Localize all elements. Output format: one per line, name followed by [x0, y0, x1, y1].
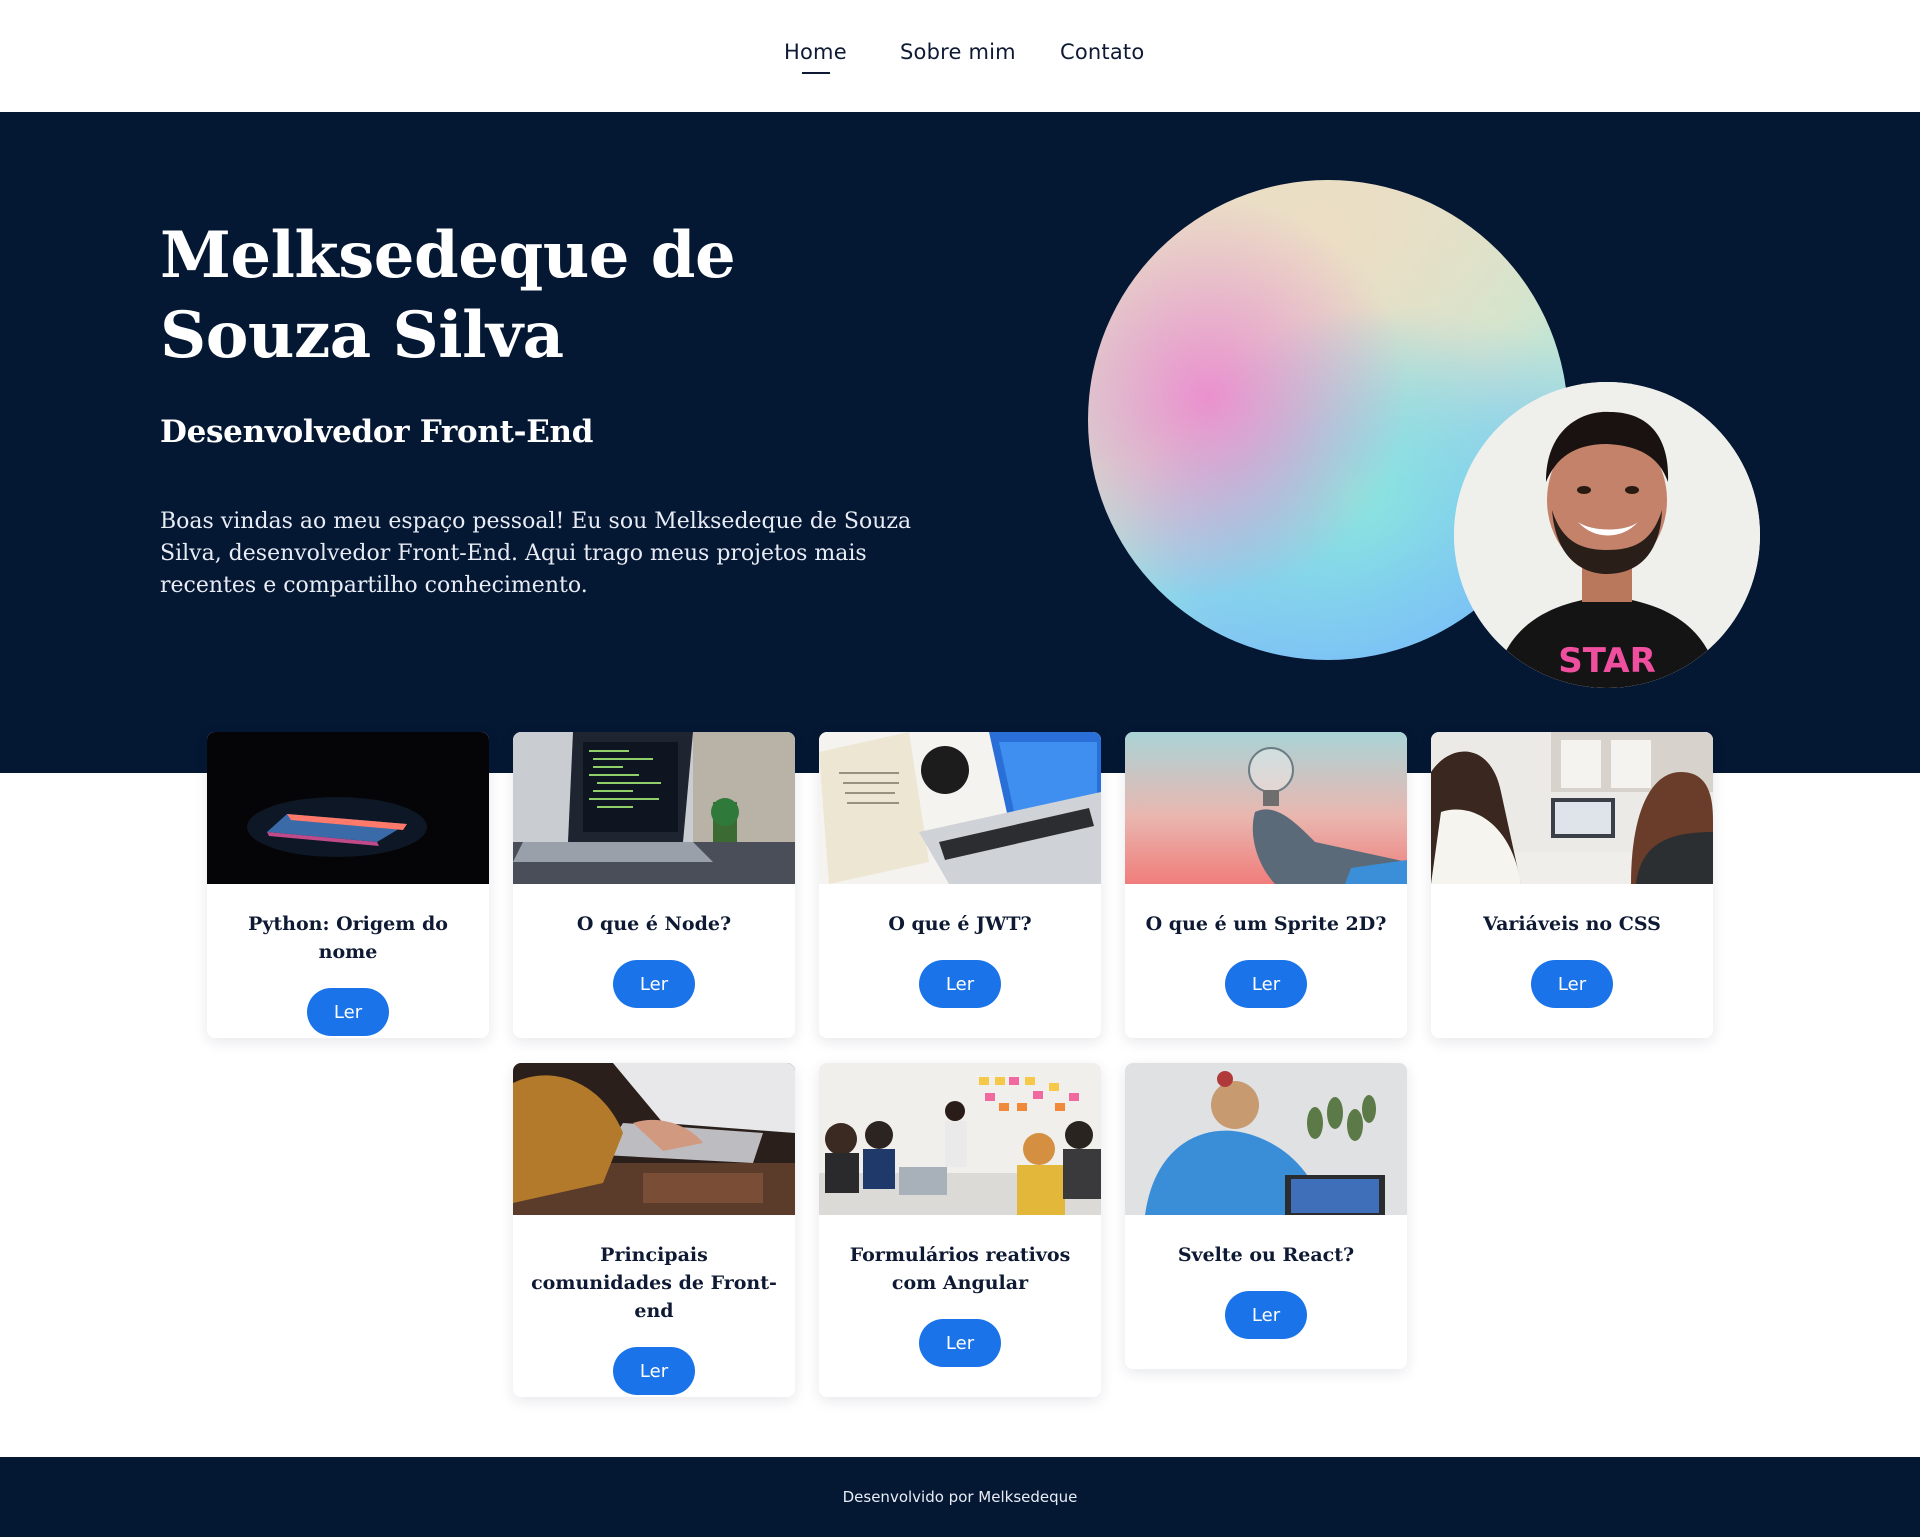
- post-title: O que é um Sprite 2D?: [1145, 913, 1387, 935]
- read-button[interactable]: Ler: [1225, 1291, 1307, 1339]
- post-image-laptop-desk: [819, 732, 1101, 884]
- footer-credit: Desenvolvido por Melksedeque: [842, 1488, 1078, 1506]
- read-button[interactable]: Ler: [307, 988, 389, 1036]
- read-button[interactable]: Ler: [613, 960, 695, 1008]
- read-button[interactable]: Ler: [919, 960, 1001, 1008]
- nav-link-sobre-mim[interactable]: Sobre mim: [900, 40, 1016, 64]
- post-card: Python: Origem do nome Ler: [207, 732, 489, 1038]
- post-image-lightbulb: [1125, 732, 1407, 884]
- post-image-typing-laptop: [513, 1063, 795, 1215]
- post-title: Svelte ou React?: [1177, 1244, 1355, 1266]
- post-title: Principais comunidades de Front-end: [531, 1244, 777, 1322]
- hero-section: Melksedeque de Souza Silva Desenvolvedor…: [0, 112, 1920, 773]
- post-card: Variáveis no CSS Ler: [1431, 732, 1713, 1038]
- hero-subtitle: Desenvolvedor Front-End: [160, 414, 594, 450]
- read-button[interactable]: Ler: [1225, 960, 1307, 1008]
- hero-title: Melksedeque de Souza Silva: [160, 218, 736, 373]
- post-card: O que é um Sprite 2D? Ler: [1125, 732, 1407, 1038]
- post-card: Principais comunidades de Front-end Ler: [513, 1063, 795, 1397]
- post-image-woman-laptop: [1125, 1063, 1407, 1215]
- post-title: Formulários reativos com Angular: [849, 1244, 1071, 1294]
- post-image-team-meeting: [819, 1063, 1101, 1215]
- post-image-laptop-code: [513, 732, 795, 884]
- post-image-laptop-dark: [207, 732, 489, 884]
- post-card: Svelte ou React? Ler: [1125, 1063, 1407, 1369]
- read-button[interactable]: Ler: [919, 1319, 1001, 1367]
- shirt-text: STAR: [1558, 641, 1656, 681]
- profile-photo-image: STAR: [1454, 382, 1760, 688]
- post-card: Formulários reativos com Angular Ler: [819, 1063, 1101, 1397]
- read-button[interactable]: Ler: [1531, 960, 1613, 1008]
- nav-link-contato[interactable]: Contato: [1060, 40, 1144, 64]
- post-card: O que é Node? Ler: [513, 732, 795, 1038]
- top-navigation: Home Sobre mim Contato: [0, 0, 1920, 112]
- post-title: O que é Node?: [576, 913, 732, 935]
- hero-description: Boas vindas ao meu espaço pessoal! Eu so…: [160, 509, 912, 598]
- post-title: O que é JWT?: [888, 913, 1032, 935]
- read-button[interactable]: Ler: [613, 1347, 695, 1395]
- footer: Desenvolvido por Melksedeque: [0, 1457, 1920, 1537]
- post-card: O que é JWT? Ler: [819, 732, 1101, 1038]
- nav-link-home[interactable]: Home: [784, 40, 847, 74]
- profile-avatar: STAR: [1454, 382, 1760, 688]
- post-image-women-laptop: [1431, 732, 1713, 884]
- post-title: Variáveis no CSS: [1483, 913, 1661, 935]
- post-title: Python: Origem do nome: [248, 913, 448, 963]
